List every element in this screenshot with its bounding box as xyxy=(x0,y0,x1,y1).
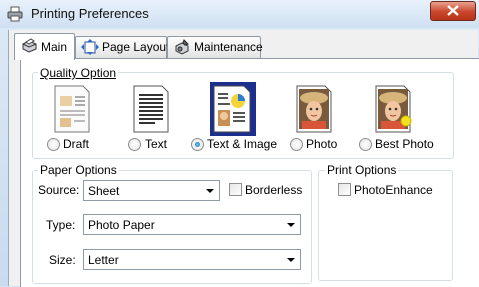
title-bar[interactable]: Printing Preferences xyxy=(0,0,479,28)
best-photo-icon[interactable] xyxy=(373,84,413,134)
page-layout-icon xyxy=(81,39,99,55)
paper-options-label: Paper Options xyxy=(38,163,119,177)
size-label: Size: xyxy=(49,253,76,267)
draft-icon[interactable] xyxy=(52,84,92,134)
tab-page-layout[interactable]: Page Layout xyxy=(75,36,170,58)
size-value: Letter xyxy=(88,253,119,267)
close-icon xyxy=(447,5,459,16)
tab-main[interactable]: Main xyxy=(14,33,75,60)
close-button[interactable] xyxy=(430,1,476,21)
print-options-label: Print Options xyxy=(325,163,399,177)
tab-page-layout-label: Page Layout xyxy=(102,40,170,54)
chevron-down-icon xyxy=(287,223,295,227)
printing-preferences-window: Printing Preferences Main Page Layout Ma… xyxy=(0,0,479,287)
printer-icon xyxy=(22,38,37,53)
tab-main-label: Main xyxy=(41,40,68,54)
source-value: Sheet xyxy=(88,184,120,198)
chevron-down-icon xyxy=(206,189,214,193)
printer-app-icon xyxy=(7,6,23,22)
size-select[interactable]: Letter xyxy=(83,249,301,270)
photoenhance-checkbox[interactable] xyxy=(338,183,351,196)
window-title: Printing Preferences xyxy=(31,6,149,21)
radio-text[interactable] xyxy=(128,138,141,151)
borderless-checkbox[interactable] xyxy=(229,183,242,196)
maintenance-icon xyxy=(175,39,189,55)
photo-icon[interactable] xyxy=(294,84,334,134)
radio-best-photo[interactable] xyxy=(359,138,372,151)
source-label: Source: xyxy=(38,183,80,197)
radio-photo[interactable] xyxy=(290,138,303,151)
tab-maintenance-label: Maintenance xyxy=(194,40,263,54)
quality-option-label: Quality Option xyxy=(38,66,119,80)
chevron-down-icon xyxy=(287,258,295,262)
radio-text-image[interactable] xyxy=(191,138,204,151)
tab-maintenance[interactable]: Maintenance xyxy=(167,36,263,58)
borderless-label: Borderless xyxy=(245,183,303,197)
radio-draft-label: Draft xyxy=(63,137,90,151)
type-value: Photo Paper xyxy=(88,218,155,232)
type-select[interactable]: Photo Paper xyxy=(83,214,301,235)
source-select[interactable]: Sheet xyxy=(83,180,220,201)
radio-text-image-label: Text & Image xyxy=(207,137,278,151)
radio-draft[interactable] xyxy=(47,138,60,151)
radio-photo-label: Photo xyxy=(306,137,338,151)
photoenhance-label: PhotoEnhance xyxy=(354,183,433,197)
text-image-icon[interactable] xyxy=(213,85,253,133)
radio-best-photo-label: Best Photo xyxy=(375,137,434,151)
radio-text-label: Text xyxy=(145,137,168,151)
type-label: Type: xyxy=(46,218,76,232)
text-icon[interactable] xyxy=(131,84,171,134)
